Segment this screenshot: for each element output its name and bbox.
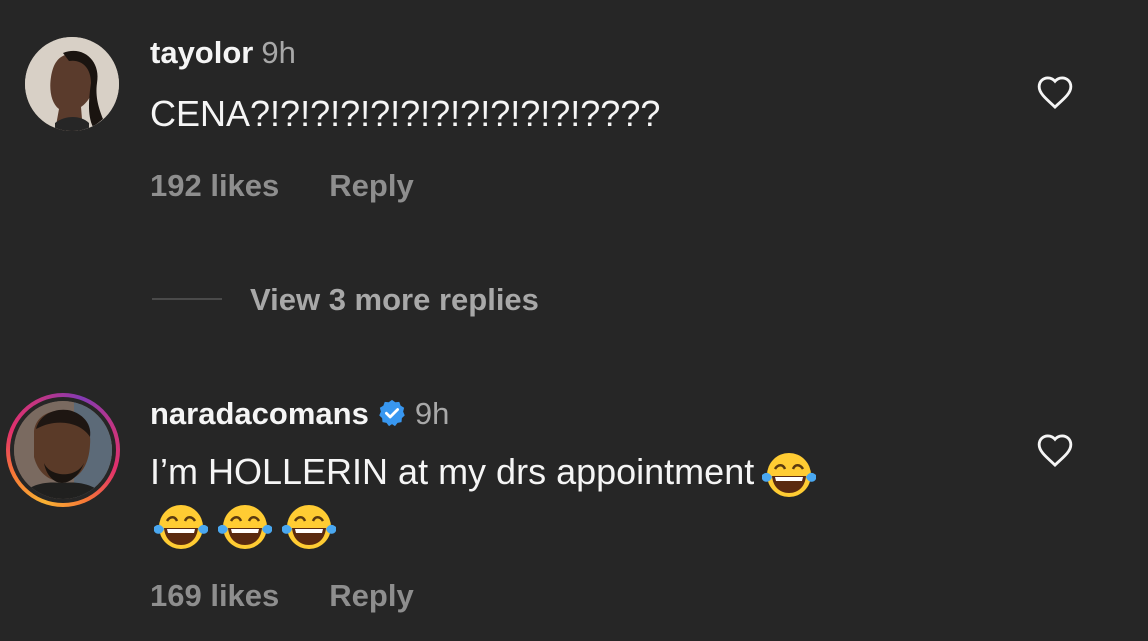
story-ring[interactable] [6, 393, 120, 507]
verified-badge-icon [379, 399, 405, 426]
view-more-replies-label[interactable]: View 3 more replies [250, 282, 539, 318]
comment-username[interactable]: naradacomans 9h [150, 396, 449, 432]
reply-button[interactable]: Reply [329, 578, 413, 613]
comment-timestamp: 9h [414, 396, 450, 431]
heart-outline-icon[interactable] [1036, 74, 1074, 110]
replies-divider [152, 298, 222, 300]
tears-of-joy-emoji [218, 505, 272, 550]
comment-item: naradacomans 9h I’m HOLLERIN at my drs a… [0, 380, 1148, 641]
likes-count[interactable]: 192 likes [150, 168, 279, 203]
comment-text: CENA?!?!?!?!?!?!?!?!?!?!?!???? [150, 93, 661, 134]
tears-of-joy-emoji [762, 453, 817, 498]
comment-emoji-row [152, 498, 344, 551]
tears-of-joy-emoji [282, 505, 336, 550]
comment-timestamp: 9h [261, 35, 296, 70]
comment-meta: 169 likes Reply [150, 578, 414, 614]
comment-item: tayolor 9h CENA?!?!?!?!?!?!?!?!?!?!?!????… [0, 0, 1148, 240]
avatar[interactable] [25, 37, 119, 131]
username-text[interactable]: naradacomans [150, 396, 369, 431]
tears-of-joy-emoji [154, 505, 208, 550]
username-text[interactable]: tayolor [150, 35, 253, 70]
comment-meta: 192 likes Reply [150, 168, 414, 204]
likes-count[interactable]: 169 likes [150, 578, 279, 613]
comment-username[interactable]: tayolor 9h [150, 35, 296, 71]
reply-button[interactable]: Reply [329, 168, 413, 203]
avatar[interactable] [14, 401, 112, 499]
comment-text-body: I’m HOLLERIN at my drs appointment [150, 451, 755, 492]
heart-outline-icon[interactable] [1036, 432, 1074, 468]
comment-text: I’m HOLLERIN at my drs appointment [150, 446, 818, 499]
